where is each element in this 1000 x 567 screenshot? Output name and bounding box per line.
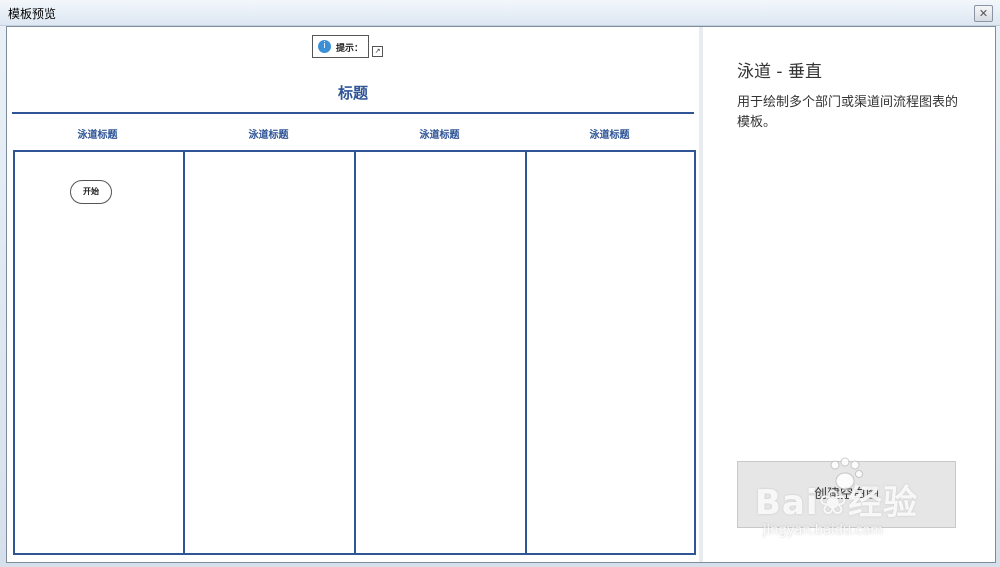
title-bar: 模板预览 ✕ xyxy=(0,0,1000,26)
lane-separator xyxy=(525,152,527,553)
lane-header-1: 泳道标题 xyxy=(77,130,118,141)
lane-header-3: 泳道标题 xyxy=(419,130,460,141)
template-preview-window: 模板预览 ✕ i 提示： ↗ 标题 泳道标题 泳道标题 泳道标题 泳道标题 开始 xyxy=(0,0,1000,567)
hint-label: 提示： xyxy=(336,44,364,54)
hint-box: i 提示： xyxy=(312,35,369,58)
title-underline xyxy=(12,112,694,114)
lane-separator xyxy=(354,152,356,553)
close-button[interactable]: ✕ xyxy=(974,5,993,22)
info-icon: i xyxy=(318,40,331,53)
template-name: 泳道 - 垂直 xyxy=(737,62,822,82)
edit-icon: ↗ xyxy=(372,46,383,57)
lane-header-2: 泳道标题 xyxy=(248,130,289,141)
template-info-panel: 泳道 - 垂直 用于绘制多个部门或渠道间流程图表的模板。 创建空白图 xyxy=(703,27,995,562)
create-blank-button[interactable]: 创建空白图 xyxy=(737,461,956,528)
lane-header-4: 泳道标题 xyxy=(589,130,630,141)
diagram-preview: i 提示： ↗ 标题 泳道标题 泳道标题 泳道标题 泳道标题 开始 xyxy=(7,27,699,562)
template-description: 用于绘制多个部门或渠道间流程图表的模板。 xyxy=(737,95,959,130)
lane-separator xyxy=(183,152,185,553)
start-terminator: 开始 xyxy=(70,180,112,204)
diagram-title: 标题 xyxy=(337,84,368,102)
swimlanes: 开始 xyxy=(13,150,696,555)
window-title: 模板预览 xyxy=(8,7,57,21)
client-area: i 提示： ↗ 标题 泳道标题 泳道标题 泳道标题 泳道标题 开始 泳道 - 垂… xyxy=(6,26,996,563)
